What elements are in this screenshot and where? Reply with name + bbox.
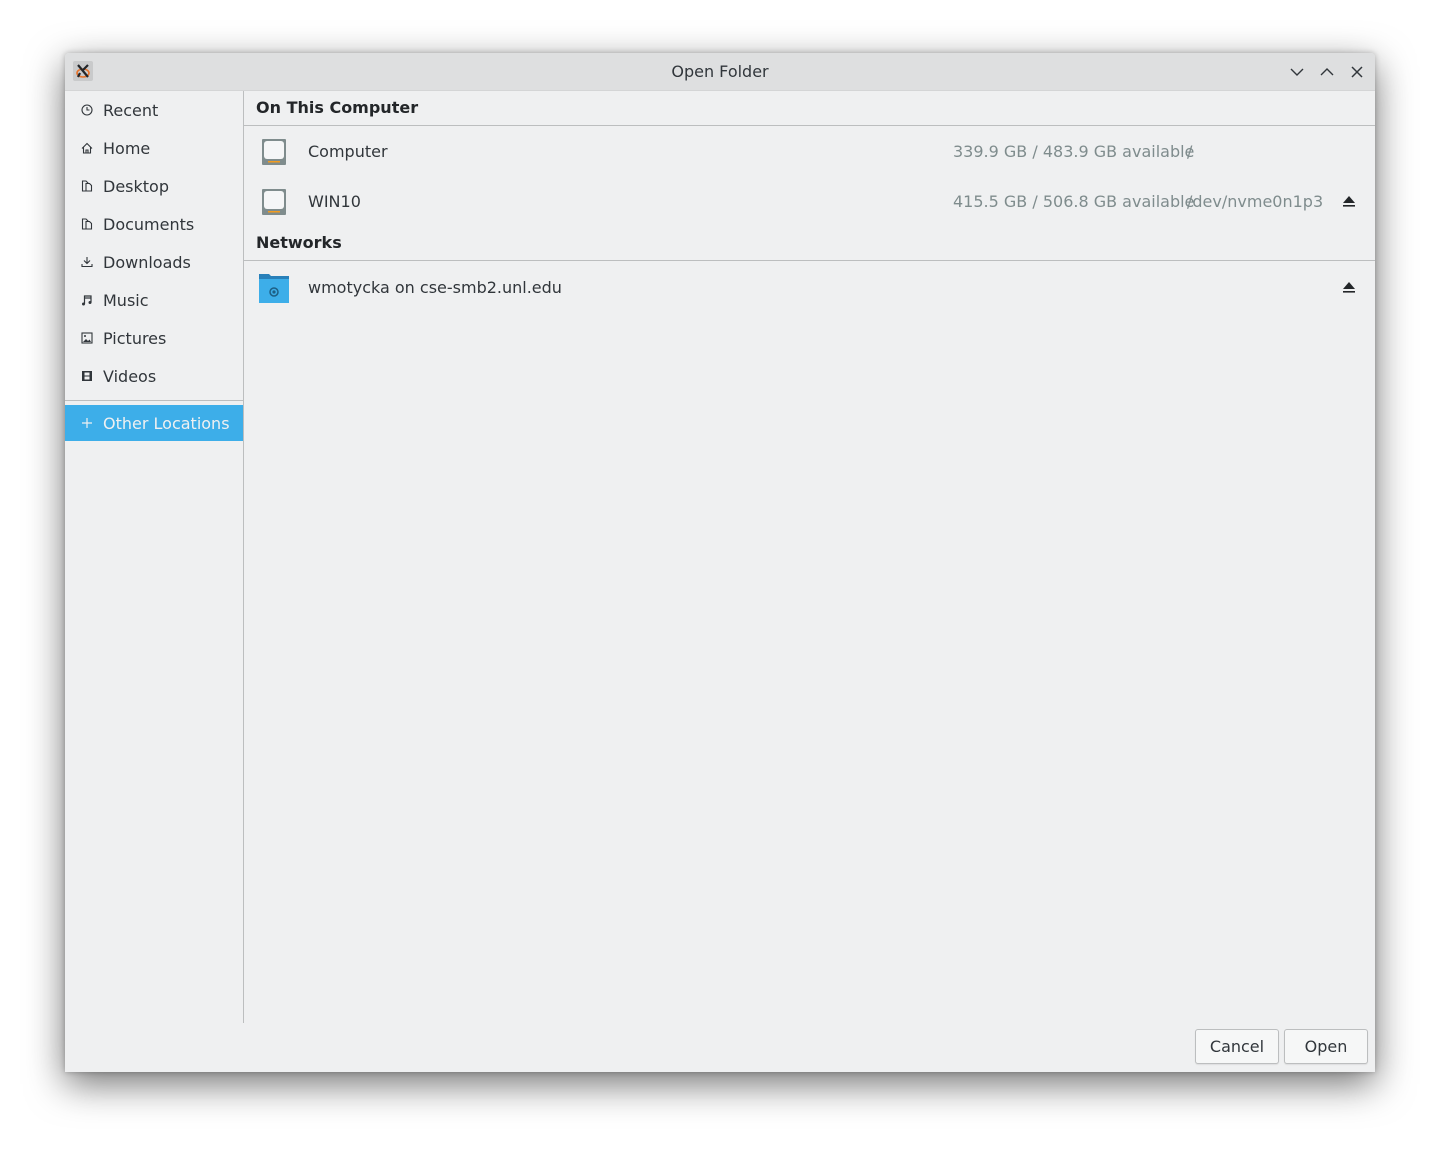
close-button[interactable] bbox=[1346, 61, 1368, 83]
location-name: wmotycka on cse-smb2.unl.edu bbox=[308, 277, 562, 297]
title-bar[interactable]: Open Folder bbox=[65, 53, 1375, 91]
clock-icon bbox=[79, 102, 95, 118]
sidebar-divider bbox=[65, 400, 243, 401]
eject-button[interactable] bbox=[1341, 279, 1357, 295]
minimize-button[interactable] bbox=[1286, 61, 1308, 83]
location-path: / bbox=[1187, 141, 1193, 161]
location-path: /dev/nvme0n1p3 bbox=[1187, 191, 1324, 211]
location-row-network-share[interactable]: wmotycka on cse-smb2.unl.edu bbox=[244, 261, 1375, 313]
section-header-networks: Networks bbox=[244, 226, 1375, 261]
sidebar-item-label: Pictures bbox=[103, 328, 167, 348]
folder-icon bbox=[79, 216, 95, 232]
location-name: Computer bbox=[308, 141, 388, 161]
location-row-win10[interactable]: WIN10 415.5 GB / 506.8 GB available /dev… bbox=[244, 176, 1375, 226]
sidebar-item-pictures[interactable]: Pictures bbox=[65, 319, 243, 357]
maximize-button[interactable] bbox=[1316, 61, 1338, 83]
music-icon bbox=[79, 292, 95, 308]
sidebar-item-music[interactable]: Music bbox=[65, 281, 243, 319]
open-button[interactable]: Open bbox=[1284, 1029, 1368, 1064]
harddisk-icon bbox=[258, 136, 290, 168]
download-icon bbox=[79, 254, 95, 270]
home-icon bbox=[79, 140, 95, 156]
harddisk-icon bbox=[258, 186, 290, 218]
plus-icon bbox=[79, 415, 95, 431]
chevron-up-icon bbox=[1320, 68, 1334, 76]
window-title: Open Folder bbox=[671, 62, 769, 81]
network-folder-icon bbox=[258, 273, 290, 305]
sidebar-item-label: Downloads bbox=[103, 252, 191, 272]
sidebar-item-desktop[interactable]: Desktop bbox=[65, 167, 243, 205]
locations-view: On This Computer Computer 339.9 GB / 483… bbox=[244, 91, 1375, 1023]
sidebar-item-label: Home bbox=[103, 138, 151, 158]
picture-icon bbox=[79, 330, 95, 346]
film-icon bbox=[79, 368, 95, 384]
eject-icon bbox=[1343, 196, 1355, 207]
chevron-down-icon bbox=[1290, 68, 1304, 76]
dialog-footer: Cancel Open bbox=[65, 1023, 1375, 1072]
sidebar-item-home[interactable]: Home bbox=[65, 129, 243, 167]
open-folder-dialog: Open Folder Recent Home Desktop Document… bbox=[65, 53, 1375, 1072]
location-available-space: 339.9 GB / 483.9 GB available bbox=[953, 141, 1195, 161]
sidebar-item-downloads[interactable]: Downloads bbox=[65, 243, 243, 281]
sidebar-item-documents[interactable]: Documents bbox=[65, 205, 243, 243]
sidebar-item-label: Desktop bbox=[103, 176, 169, 196]
close-icon bbox=[1351, 66, 1363, 78]
eject-button[interactable] bbox=[1341, 193, 1357, 209]
location-name: WIN10 bbox=[308, 191, 361, 211]
folder-icon bbox=[79, 178, 95, 194]
sidebar-item-label: Music bbox=[103, 290, 149, 310]
sidebar-item-videos[interactable]: Videos bbox=[65, 357, 243, 395]
location-available-space: 415.5 GB / 506.8 GB available bbox=[953, 191, 1195, 211]
sidebar-item-recent[interactable]: Recent bbox=[65, 91, 243, 129]
cancel-button[interactable]: Cancel bbox=[1195, 1029, 1279, 1064]
places-sidebar: Recent Home Desktop Documents Downloads bbox=[65, 91, 244, 1023]
section-header-on-this-computer: On This Computer bbox=[244, 91, 1375, 126]
sidebar-item-label: Videos bbox=[103, 366, 157, 386]
sidebar-item-label: Other Locations bbox=[103, 413, 230, 433]
sidebar-item-label: Documents bbox=[103, 214, 195, 234]
sidebar-item-label: Recent bbox=[103, 100, 159, 120]
eject-icon bbox=[1343, 282, 1355, 293]
sidebar-item-other-locations[interactable]: Other Locations bbox=[65, 405, 243, 441]
location-row-computer[interactable]: Computer 339.9 GB / 483.9 GB available / bbox=[244, 126, 1375, 176]
